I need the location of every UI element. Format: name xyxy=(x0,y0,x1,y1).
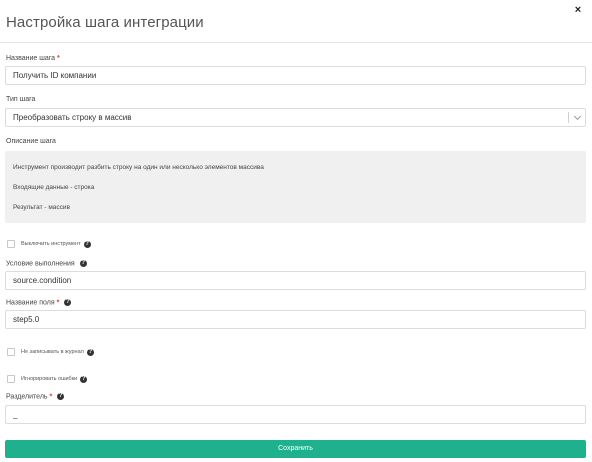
help-icon[interactable]: ? xyxy=(83,240,91,248)
separator-label: Разделитель * ? xyxy=(6,393,65,401)
step-type-select-box[interactable]: Преобразовать строку в массив xyxy=(5,108,586,127)
field-name-label: Название поля * ? xyxy=(6,299,72,307)
condition-label-text: Условие выполнения xyxy=(6,260,75,268)
step-type-label: Тип шага xyxy=(6,96,36,103)
disable-tool-row[interactable]: Выключить инструмент ? xyxy=(7,240,91,248)
help-icon[interactable]: ? xyxy=(80,375,88,383)
field-name-input[interactable] xyxy=(5,310,586,329)
ignore-errors-row[interactable]: Игнорировать ошибки ? xyxy=(7,375,88,383)
field-name-label-text: Название поля xyxy=(6,299,55,307)
required-marker: * xyxy=(56,299,60,307)
disable-tool-label: Выключить инструмент xyxy=(21,241,81,247)
description-line: Входящие данные - строка xyxy=(13,184,95,191)
required-marker: * xyxy=(49,393,53,401)
description-line: Инструмент производит разбить строку на … xyxy=(13,164,264,171)
disable-tool-checkbox[interactable] xyxy=(7,240,15,248)
step-description-box: Инструмент производит разбить строку на … xyxy=(5,151,586,223)
ignore-errors-label: Игнорировать ошибки xyxy=(21,376,78,382)
description-line: Результат - массив xyxy=(13,204,71,211)
step-description-label: Описание шага xyxy=(6,138,56,145)
step-name-label-text: Название шага xyxy=(6,55,56,62)
chevron-down-icon[interactable] xyxy=(573,112,582,121)
ignore-errors-checkbox[interactable] xyxy=(7,375,15,383)
step-type-select[interactable]: Преобразовать строку в массив xyxy=(5,108,586,127)
dialog-title: Настройка шага интеграции xyxy=(6,14,204,31)
no-log-label: Не записывать в журнал xyxy=(21,349,84,355)
separator-input[interactable] xyxy=(5,405,586,424)
no-log-checkbox[interactable] xyxy=(7,348,15,356)
help-icon[interactable]: ? xyxy=(79,260,87,267)
help-icon[interactable]: ? xyxy=(86,348,94,356)
save-button[interactable]: Сохранить xyxy=(5,440,586,458)
required-marker: * xyxy=(56,55,60,62)
step-type-selected-value: Преобразовать строку в массив xyxy=(13,113,132,122)
help-icon[interactable]: ? xyxy=(64,299,72,306)
step-name-input[interactable] xyxy=(5,66,586,85)
condition-input[interactable] xyxy=(5,271,586,290)
close-icon[interactable]: × xyxy=(572,4,584,16)
select-separator xyxy=(568,112,569,123)
help-icon[interactable]: ? xyxy=(57,393,65,400)
header-divider xyxy=(0,42,592,43)
separator-label-text: Разделитель xyxy=(6,393,48,401)
step-name-label: Название шага * xyxy=(6,55,60,62)
no-log-row[interactable]: Не записывать в журнал ? xyxy=(7,348,94,356)
condition-label: Условие выполнения ? xyxy=(6,260,87,267)
